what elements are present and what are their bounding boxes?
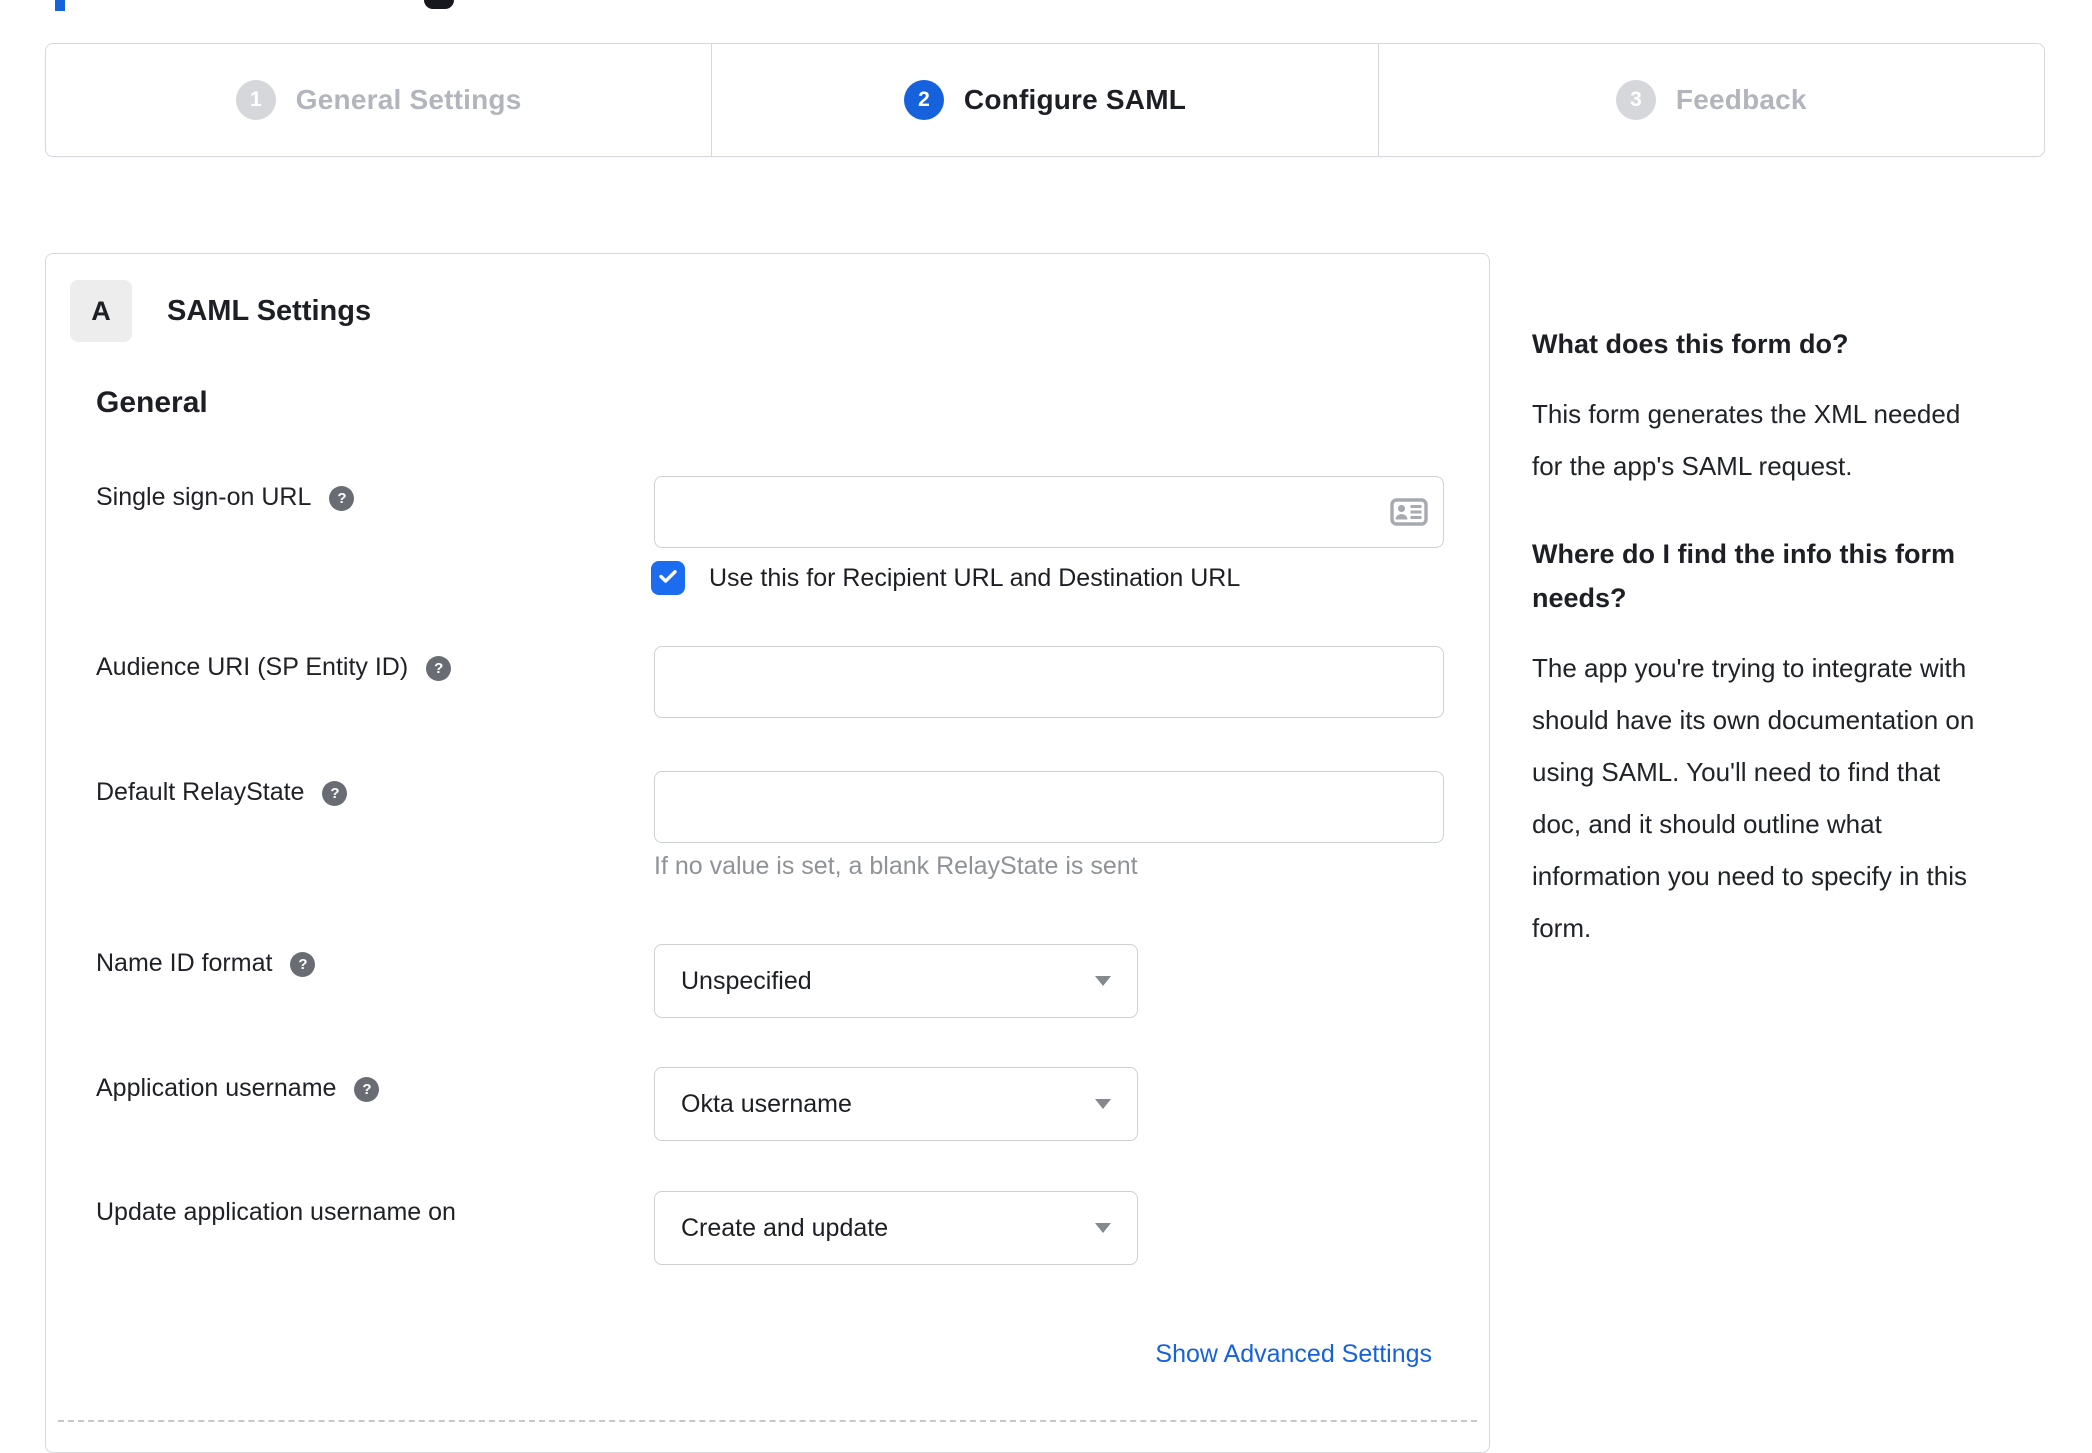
nameid-format-value: Unspecified bbox=[681, 966, 812, 995]
nameid-format-select[interactable]: Unspecified bbox=[654, 944, 1138, 1018]
section-title: SAML Settings bbox=[167, 295, 372, 327]
cropped-header-artifact-dark bbox=[424, 0, 454, 9]
application-username-value: Okta username bbox=[681, 1089, 852, 1118]
section-a-badge: A bbox=[70, 280, 132, 342]
step-3-number-badge: 3 bbox=[1615, 80, 1656, 120]
step-3-label: Feedback bbox=[1675, 84, 1807, 115]
relaystate-input[interactable] bbox=[654, 771, 1444, 843]
stepper-step-general-settings[interactable]: 1 General Settings bbox=[46, 44, 711, 156]
application-username-help-icon[interactable]: ? bbox=[354, 1077, 380, 1102]
step-2-number-badge: 2 bbox=[903, 80, 944, 120]
sso-url-label: Single sign-on URL ? bbox=[96, 483, 355, 512]
recipient-url-checkbox-row: Use this for Recipient URL and Destinati… bbox=[651, 561, 1240, 595]
audience-uri-input[interactable] bbox=[654, 646, 1444, 718]
audience-uri-help-icon[interactable]: ? bbox=[426, 656, 452, 681]
help-panel: What does this form do? This form genera… bbox=[1532, 322, 2077, 994]
help-q1-body: This form generates the XML needed for t… bbox=[1532, 399, 1961, 481]
help-q2-title: Where do I find the info this form needs… bbox=[1532, 539, 1955, 613]
saml-settings-card: A SAML Settings General Single sign-on U… bbox=[45, 253, 1490, 1453]
checkmark-icon bbox=[656, 564, 680, 593]
nameid-format-help-icon[interactable]: ? bbox=[290, 952, 316, 977]
stepper-step-configure-saml[interactable]: 2 Configure SAML bbox=[711, 44, 1377, 156]
help-q2-body: The app you're trying to integrate with … bbox=[1532, 653, 1975, 943]
audience-uri-label: Audience URI (SP Entity ID) ? bbox=[96, 653, 452, 682]
section-divider-dashed bbox=[58, 1420, 1477, 1422]
sso-url-input[interactable] bbox=[654, 476, 1444, 548]
relaystate-help-icon[interactable]: ? bbox=[322, 781, 348, 806]
update-username-value: Create and update bbox=[681, 1213, 889, 1242]
wizard-stepper: 1 General Settings 2 Configure SAML 3 Fe… bbox=[45, 43, 2045, 157]
show-advanced-settings-link[interactable]: Show Advanced Settings bbox=[1155, 1340, 1432, 1369]
step-1-label: General Settings bbox=[295, 84, 522, 115]
general-group-heading: General bbox=[96, 386, 208, 419]
relaystate-helper-text: If no value is set, a blank RelayState i… bbox=[654, 852, 1138, 880]
stepper-step-feedback[interactable]: 3 Feedback bbox=[1377, 44, 2044, 156]
update-username-select[interactable]: Create and update bbox=[654, 1191, 1138, 1265]
sso-url-help-icon[interactable]: ? bbox=[329, 486, 355, 511]
select-caret-icon bbox=[1095, 976, 1111, 986]
nameid-format-label: Name ID format ? bbox=[96, 949, 316, 978]
help-q1-title: What does this form do? bbox=[1532, 329, 1849, 359]
select-caret-icon bbox=[1095, 1099, 1111, 1109]
select-caret-icon bbox=[1095, 1223, 1111, 1233]
recipient-url-checkbox[interactable] bbox=[651, 561, 685, 595]
step-2-label: Configure SAML bbox=[963, 84, 1187, 115]
sso-url-input-wrap bbox=[654, 476, 1444, 548]
update-username-label: Update application username on bbox=[96, 1198, 456, 1226]
step-1-number-badge: 1 bbox=[235, 80, 276, 120]
relaystate-label: Default RelayState ? bbox=[96, 778, 348, 807]
cropped-header-artifact-blue bbox=[55, 0, 65, 11]
recipient-url-checkbox-label[interactable]: Use this for Recipient URL and Destinati… bbox=[709, 564, 1240, 593]
application-username-select[interactable]: Okta username bbox=[654, 1067, 1138, 1141]
application-username-label: Application username ? bbox=[96, 1074, 380, 1103]
